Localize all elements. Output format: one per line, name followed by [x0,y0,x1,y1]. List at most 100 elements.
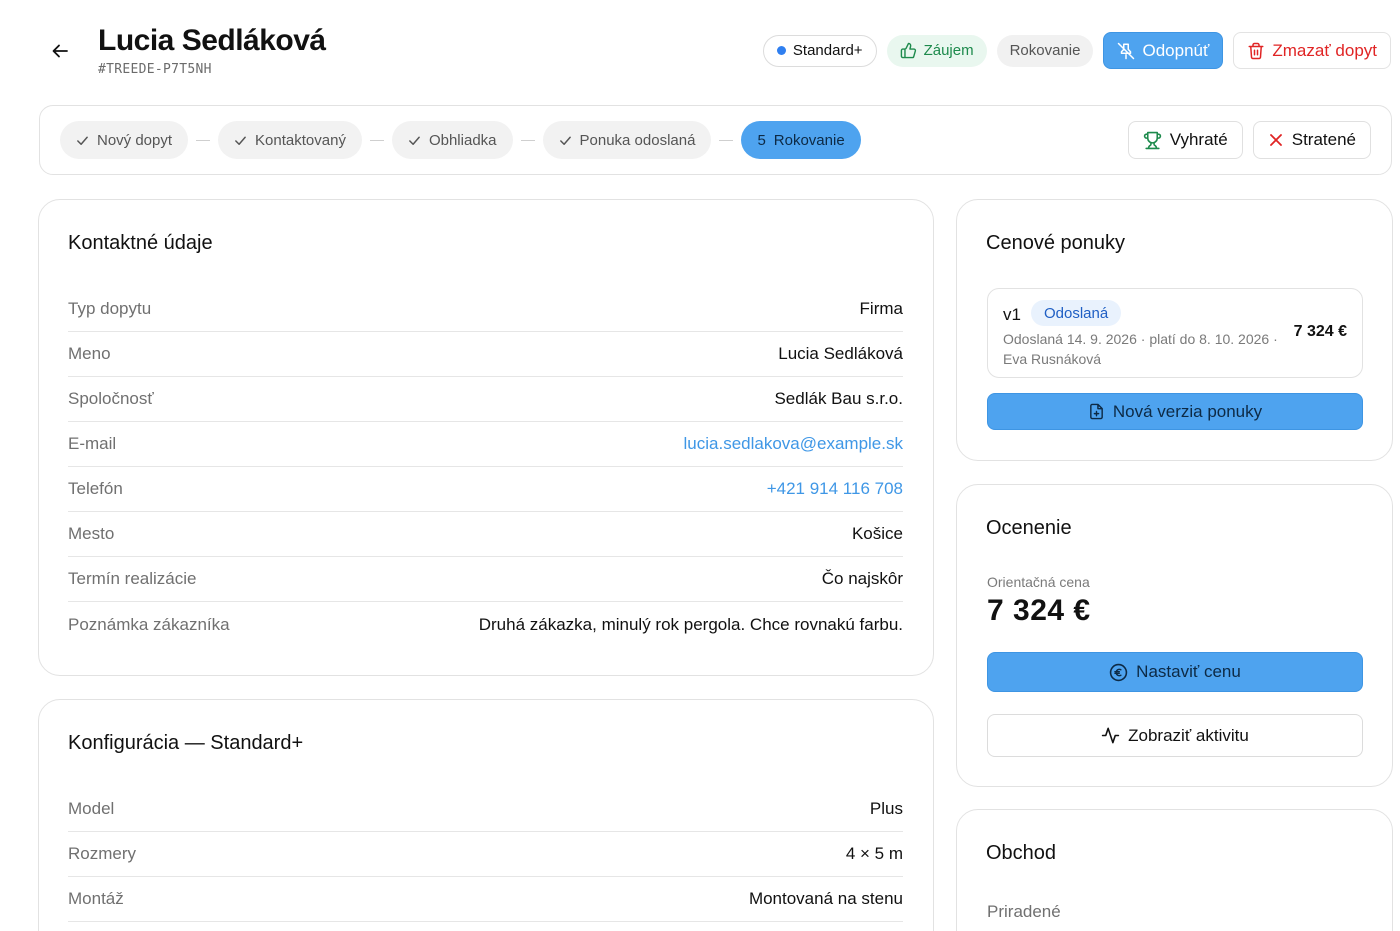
contact-rows: Typ dopytu Firma Meno Lucia Sedláková Sp… [68,287,903,647]
row-label: Poznámka zákazníka [68,614,230,634]
stage-list: Nový dopyt Kontaktovaný Obhliadka Ponuka… [60,121,861,159]
delete-inquiry-button[interactable]: Zmazať dopyt [1233,32,1391,69]
row-label: E-mail [68,434,117,453]
interest-tag[interactable]: Záujem [886,34,987,67]
new-offer-version-button[interactable]: Nová verzia ponuky [987,393,1363,430]
package-tag[interactable]: Standard+ [762,34,877,67]
row-value: Čo najskôr [821,569,903,588]
show-activity-button[interactable]: Zobraziť aktivitu [987,714,1363,757]
contact-row-city: Mesto Košice [68,512,903,557]
offer-status-badge: Odoslaná [1031,300,1122,326]
row-label: Model [68,799,115,818]
back-button[interactable] [46,37,74,65]
configuration-rows: Model Plus Rozmery 4 × 5 m Montáž Montov… [68,787,903,922]
stage-tag-label: Rokovanie [1009,42,1081,59]
contact-row-phone: Telefón +421 914 116 708 [68,467,903,512]
stage-separator [520,139,535,141]
row-label: Spoločnosť [68,389,154,408]
config-row-model: Model Plus [68,787,903,832]
deal-card-title: Obchod [986,842,1057,864]
row-label: Telefón [68,479,123,498]
row-value: Košice [851,524,903,543]
check-icon [235,136,246,145]
set-price-label: Nastaviť cenu [1136,662,1241,681]
stage-new-inquiry[interactable]: Nový dopyt [60,121,189,159]
contact-row-deadline: Termín realizácie Čo najskôr [68,557,903,602]
file-plus-icon [1089,403,1103,420]
contact-row-note: Poznámka zákazníka Druhá zákazka, minulý… [68,602,903,647]
contact-card-title: Kontaktné údaje [68,232,213,254]
close-icon [1269,134,1282,146]
package-tag-label: Standard+ [792,42,863,59]
configuration-card-title: Konfigurácia — Standard+ [68,732,304,754]
estimated-price-value: 7 324 € [987,594,1091,627]
pricing-card: Ocenenie Orientačná cena 7 324 € Nastavi… [956,484,1393,787]
unpin-button[interactable]: Odopnúť [1103,32,1224,69]
outcome-actions: Vyhraté Stratené [1127,121,1371,159]
deal-card: Obchod Priradené [956,809,1393,931]
row-value: Plus [869,799,903,818]
row-label: Meno [68,344,111,363]
stage-negotiation[interactable]: 5 Rokovanie [741,121,861,159]
offer-item[interactable]: v1 Odoslaná Odoslaná 14. 9. 2026 · platí… [987,288,1363,378]
new-offer-version-label: Nová verzia ponuky [1112,401,1263,421]
phone-link[interactable]: +421 914 116 708 [767,479,903,499]
pricing-card-title: Ocenenie [986,517,1072,539]
stage-separator [196,139,211,141]
check-icon [559,136,571,145]
row-label: Mesto [68,524,115,543]
price-offers-card: Cenové ponuky v1 Odoslaná Odoslaná 14. 9… [956,199,1393,461]
stage-inspection[interactable]: Obhliadka [391,121,513,159]
contact-row-type: Typ dopytu Firma [68,287,903,332]
row-label: Rozmery [68,844,137,863]
stage-tag[interactable]: Rokovanie [996,34,1094,67]
stage-label: Ponuka odoslaná [579,131,696,149]
contact-row-name: Meno Lucia Sedláková [68,332,903,377]
trophy-icon [1143,131,1161,149]
stage-label: Obhliadka [428,131,497,149]
row-label: Typ dopytu [68,299,152,318]
arrow-left-icon [52,44,68,58]
trash-icon [1248,42,1264,59]
activity-icon [1101,727,1120,744]
stage-offer-sent[interactable]: Ponuka odoslaná [542,121,712,159]
row-value: Druhá zákazka, minulý rok pergola. Chce … [478,614,903,634]
price-offers-title: Cenové ponuky [986,232,1125,254]
stage-number: 5 [757,131,766,149]
row-label: Montáž [68,889,124,908]
pipeline-stages: Nový dopyt Kontaktovaný Obhliadka Ponuka… [39,105,1392,175]
stage-label: Nový dopyt [97,131,173,149]
interest-tag-label: Záujem [923,42,974,59]
email-link[interactable]: lucia.sedlakova@example.sk [684,434,903,454]
won-label: Vyhraté [1169,130,1228,149]
page-title: Lucia Sedláková [98,24,326,57]
row-value: Sedlák Bau s.r.o. [774,389,903,408]
offer-version: v1 [1003,305,1021,324]
config-row-dimensions: Rozmery 4 × 5 m [68,832,903,877]
row-label: Termín realizácie [68,569,197,588]
row-value: Lucia Sedláková [778,344,903,363]
status-dot-icon [776,46,786,55]
estimated-price-label: Orientačná cena [987,574,1090,590]
row-value: Montovaná na stenu [748,889,903,908]
pin-off-icon [1118,42,1135,59]
lead-code: #TREEDE-P7T5NH [98,62,212,77]
show-activity-label: Zobraziť aktivitu [1128,725,1249,745]
lost-label: Stratené [1291,130,1356,149]
stage-contacted[interactable]: Kontaktovaný [218,121,362,159]
offer-meta: Odoslaná 14. 9. 2026 · platí do 8. 10. 2… [1003,331,1278,367]
unpin-label: Odopnúť [1142,40,1210,60]
contact-row-email: E-mail lucia.sedlakova@example.sk [68,422,903,467]
config-row-mounting: Montáž Montovaná na stenu [68,877,903,922]
stage-separator [719,139,734,141]
set-price-button[interactable]: Nastaviť cenu [987,652,1363,692]
mark-lost-button[interactable]: Stratené [1252,121,1371,159]
delete-inquiry-label: Zmazať dopyt [1272,40,1377,60]
stage-label: Kontaktovaný [255,131,346,149]
assigned-label: Priradené [987,902,1061,921]
mark-won-button[interactable]: Vyhraté [1127,121,1243,159]
contact-card: Kontaktné údaje Typ dopytu Firma Meno Lu… [38,199,934,676]
header-actions: Standard+ Záujem Rokovanie Odopnúť Zmaza… [762,32,1391,69]
stage-label: Rokovanie [773,131,845,149]
stage-separator [369,139,384,141]
